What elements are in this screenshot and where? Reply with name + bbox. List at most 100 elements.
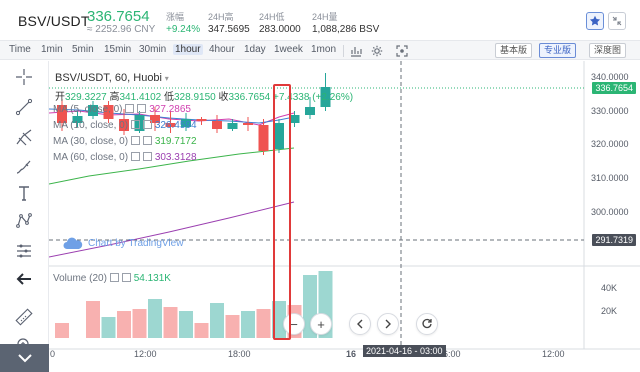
time-axis-label: 0 — [50, 349, 56, 359]
ma30-legend[interactable]: MA (30, close, 0) 319.7172 — [53, 136, 197, 147]
pair-name[interactable]: BSV/USDT — [18, 13, 90, 29]
ma30-label: MA (30, close, 0) — [53, 136, 129, 147]
change-label: 涨幅 — [166, 12, 185, 22]
crosshair-icon[interactable] — [14, 67, 34, 87]
scroll-left-button[interactable] — [349, 313, 371, 335]
ma10-legend[interactable]: MA (10, close, 0) 326.4594 — [53, 120, 197, 131]
tf-30min[interactable]: 30min — [139, 44, 166, 55]
eye-icon — [131, 152, 141, 161]
pattern-icon[interactable] — [14, 211, 34, 231]
collapse-icon[interactable] — [608, 12, 626, 30]
trend-line-icon[interactable] — [14, 97, 34, 117]
eye-icon — [125, 104, 135, 113]
price-axis-label: 320.0000 — [591, 139, 629, 149]
close-icon — [143, 120, 153, 129]
price-chart[interactable]: BSV/USDT, 60, Huobi ▾ 开329.3227 高341.410… — [49, 61, 640, 372]
current-price-tag: 336.7654 — [592, 82, 636, 94]
ohlc-open-value: 329.3227 — [65, 92, 107, 103]
mode-pro-button[interactable]: 专业版 — [539, 43, 577, 58]
volume-legend[interactable]: Volume (20) 54.131K — [53, 273, 171, 284]
volume-bar — [194, 323, 209, 338]
price-axis-label: 330.0000 — [591, 106, 629, 116]
scroll-right-button[interactable] — [377, 313, 399, 335]
candle-body — [289, 115, 300, 123]
time-axis-label: 16 — [346, 349, 357, 359]
tf-1min[interactable]: 1min — [41, 44, 63, 55]
tf-1day[interactable]: 1day — [244, 44, 266, 55]
ma10-label: MA (10, close, 0) — [53, 120, 129, 131]
chevron-left-icon — [357, 319, 363, 329]
back-arrow-icon[interactable] — [14, 269, 34, 289]
ohlc-close-value: 336.7654 — [228, 92, 271, 103]
volume-bar — [117, 311, 131, 338]
chevron-down-icon — [18, 354, 32, 363]
volume-bar — [132, 309, 147, 338]
zoom-in-button[interactable]: + — [310, 313, 332, 335]
ma60-value: 303.3128 — [154, 152, 197, 163]
prediction-icon[interactable] — [14, 241, 34, 261]
screenshot-icon[interactable] — [394, 43, 410, 58]
ruler-icon[interactable] — [14, 307, 34, 327]
high-24h-value: 347.5695 — [208, 24, 250, 35]
candle-body — [227, 123, 238, 129]
volume-bar — [179, 311, 193, 338]
price-axis-label: 340.0000 — [591, 72, 629, 82]
toolbar-divider — [343, 45, 344, 57]
mode-basic-button[interactable]: 基本版 — [495, 43, 533, 58]
settings-gear-icon[interactable] — [369, 43, 385, 58]
cursor-time-tag: 2021-04-16 - 03:00 — [363, 345, 446, 357]
drawing-toolbar — [0, 61, 49, 372]
ma5-legend[interactable]: MA (5, close, 0) 327.2865 — [53, 104, 191, 115]
candle-body — [305, 107, 315, 115]
indicators-icon[interactable] — [348, 43, 364, 58]
volume-axis-label: 40K — [601, 283, 618, 293]
symbol-legend[interactable]: BSV/USDT, 60, Huobi ▾ — [55, 72, 169, 84]
ohlc-close-label: 收 — [218, 92, 229, 103]
low-24h-value: 283.0000 — [259, 24, 301, 35]
tf-1week[interactable]: 1week — [274, 44, 303, 55]
ma5-value: 327.2865 — [149, 104, 191, 115]
eye-icon — [131, 120, 141, 129]
candle-body — [243, 123, 253, 125]
tf-5min[interactable]: 5min — [72, 44, 94, 55]
symbol-caret-icon[interactable]: ▾ — [165, 74, 169, 83]
cursor-price-tag: 291.7319 — [592, 234, 636, 246]
volume-bar — [101, 317, 116, 338]
change-value: +9.24% — [166, 24, 201, 35]
expand-panel-button[interactable] — [0, 344, 49, 372]
ma60-label: MA (60, close, 0) — [53, 152, 129, 163]
volume-bar — [241, 311, 255, 338]
text-tool-icon[interactable] — [14, 183, 34, 203]
ohlc-high-value: 341.4102 — [119, 92, 162, 103]
reset-chart-button[interactable] — [416, 313, 438, 335]
tf-time[interactable]: Time — [9, 44, 31, 55]
close-icon — [137, 104, 147, 113]
ma60-legend[interactable]: MA (60, close, 0) 303.3128 — [53, 152, 197, 163]
eye-icon — [131, 136, 141, 145]
tradingview-watermark[interactable]: Chart by TradingView — [63, 236, 183, 250]
tf-4hour[interactable]: 4hour — [209, 44, 235, 55]
tf-15min[interactable]: 15min — [104, 44, 131, 55]
volume-bar — [163, 307, 178, 338]
volume-bar — [148, 299, 162, 338]
volume-bar — [225, 315, 240, 338]
candle-body — [258, 125, 269, 151]
pitchfork-icon[interactable] — [14, 127, 34, 147]
volume-bar — [55, 323, 69, 338]
plus-icon: + — [317, 316, 325, 332]
ohlc-open-label: 开 — [55, 92, 65, 103]
tf-1hour[interactable]: 1hour — [173, 44, 203, 55]
ma30-value: 319.7172 — [154, 136, 197, 147]
tf-1mon[interactable]: 1mon — [311, 44, 336, 55]
favorite-star-icon[interactable] — [586, 12, 604, 30]
ohlc-high-label: 高 — [109, 92, 120, 103]
ohlc-low-label: 低 — [164, 92, 174, 103]
high-24h-label: 24H高 — [208, 12, 234, 22]
highlight-annotation-box — [273, 84, 291, 340]
volume-24h-value: 1,088,286 BSV — [312, 24, 380, 35]
brush-icon[interactable] — [14, 157, 34, 177]
mode-depth-button[interactable]: 深度图 — [589, 43, 627, 58]
ticker-header: BSV/USDT 336.7654 ≈ 2252.96 CNY 涨幅 +9.24… — [0, 0, 640, 40]
close-icon — [143, 152, 153, 161]
price-axis-label: 310.0000 — [591, 173, 629, 183]
